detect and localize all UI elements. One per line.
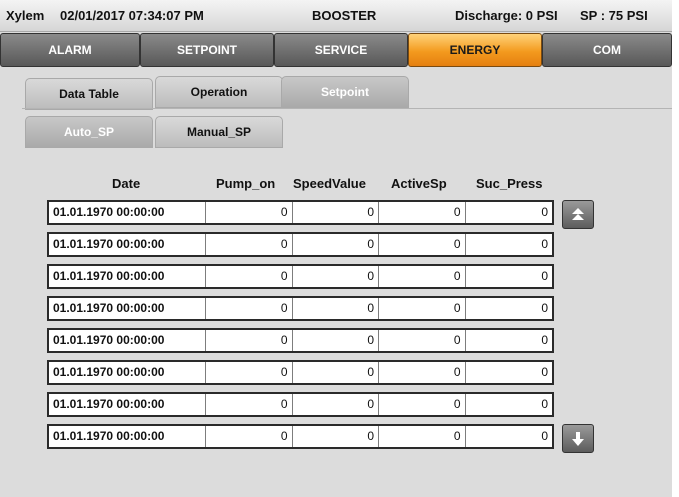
cell-activesp: 0 [379, 426, 466, 447]
cell-pump-on: 0 [206, 330, 293, 351]
cell-activesp: 0 [379, 362, 466, 383]
cell-pump-on: 0 [206, 394, 293, 415]
screen-border [672, 0, 679, 497]
cell-suc-press: 0 [541, 397, 549, 411]
cell-suc-press: 0 [541, 429, 549, 443]
cell-speedvalue: 0 [293, 266, 380, 287]
table-row: 01.01.1970 00:00:00 0 0 0 0 [47, 264, 554, 289]
cell-date: 01.01.1970 00:00:00 [49, 202, 207, 223]
hmi-screen: Xylem 02/01/2017 07:34:07 PM BOOSTER Dis… [0, 0, 672, 497]
cell-pump-on: 0 [206, 202, 293, 223]
cell-speedvalue: 0 [293, 362, 380, 383]
table-row: 01.01.1970 00:00:00 0 0 0 0 [47, 200, 554, 225]
subtab-data-table[interactable]: Data Table [25, 78, 153, 110]
tab-service[interactable]: SERVICE [274, 33, 408, 67]
subtab-auto-sp[interactable]: Auto_SP [25, 116, 153, 148]
table-row: 01.01.1970 00:00:00 0 0 0 0 [47, 328, 554, 353]
cell-date: 01.01.1970 00:00:00 [49, 234, 207, 255]
cell-pump-on: 0 [206, 266, 293, 287]
brand-label: Xylem [6, 8, 45, 23]
cell-activesp: 0 [379, 394, 466, 415]
cell-speedvalue: 0 [293, 394, 380, 415]
scroll-up-icon [572, 208, 584, 220]
cell-suc-press: 0 [541, 333, 549, 347]
cell-date: 01.01.1970 00:00:00 [49, 330, 207, 351]
subtab-setpoint[interactable]: Setpoint [281, 76, 409, 108]
subtab-operation[interactable]: Operation [155, 76, 283, 108]
cell-suc-press: 0 [541, 365, 549, 379]
scroll-down-icon [572, 432, 584, 446]
main-tab-bar: ALARM SETPOINT SERVICE ENERGY COM [0, 33, 672, 67]
column-header-pump-on: Pump_on [216, 176, 276, 191]
cell-speedvalue: 0 [293, 234, 380, 255]
column-header-speedvalue: SpeedValue [293, 176, 366, 191]
cell-suc-press: 0 [541, 205, 549, 219]
cell-pump-on: 0 [206, 362, 293, 383]
cell-speedvalue: 0 [293, 426, 380, 447]
table-row: 01.01.1970 00:00:00 0 0 0 0 [47, 232, 554, 257]
table-row: 01.01.1970 00:00:00 0 0 0 0 [47, 360, 554, 385]
cell-activesp: 0 [379, 298, 466, 319]
cell-suc-press: 0 [541, 269, 549, 283]
cell-pump-on: 0 [206, 234, 293, 255]
scroll-down-button[interactable] [562, 424, 594, 453]
subtab-divider [22, 108, 672, 109]
cell-date: 01.01.1970 00:00:00 [49, 394, 207, 415]
cell-speedvalue: 0 [293, 330, 380, 351]
cell-pump-on: 0 [206, 298, 293, 319]
datetime-label: 02/01/2017 07:34:07 PM [60, 8, 204, 23]
cell-date: 01.01.1970 00:00:00 [49, 266, 207, 287]
cell-date: 01.01.1970 00:00:00 [49, 362, 207, 383]
tab-alarm[interactable]: ALARM [0, 33, 140, 67]
table-row: 01.01.1970 00:00:00 0 0 0 0 [47, 392, 554, 417]
column-header-suc-press: Suc_Press [476, 176, 543, 191]
status-header: Xylem 02/01/2017 07:34:07 PM BOOSTER Dis… [0, 0, 672, 32]
scroll-up-button[interactable] [562, 200, 594, 229]
cell-suc-press: 0 [541, 237, 549, 251]
tab-energy[interactable]: ENERGY [408, 33, 542, 67]
setpoint-label: SP : 75 PSI [580, 8, 648, 23]
table-row: 01.01.1970 00:00:00 0 0 0 0 [47, 296, 554, 321]
cell-speedvalue: 0 [293, 298, 380, 319]
subtab-manual-sp[interactable]: Manual_SP [155, 116, 283, 148]
cell-activesp: 0 [379, 330, 466, 351]
tab-com[interactable]: COM [542, 33, 672, 67]
cell-date: 01.01.1970 00:00:00 [49, 426, 207, 447]
cell-date: 01.01.1970 00:00:00 [49, 298, 207, 319]
mode-label: BOOSTER [312, 8, 377, 23]
discharge-label: Discharge: 0 PSI [455, 8, 558, 23]
cell-activesp: 0 [379, 202, 466, 223]
column-header-date: Date [112, 176, 141, 191]
cell-speedvalue: 0 [293, 202, 380, 223]
cell-suc-press: 0 [541, 301, 549, 315]
cell-activesp: 0 [379, 234, 466, 255]
cell-pump-on: 0 [206, 426, 293, 447]
column-header-activesp: ActiveSp [391, 176, 447, 191]
table-row: 01.01.1970 00:00:00 0 0 0 0 [47, 424, 554, 449]
tab-setpoint[interactable]: SETPOINT [140, 33, 274, 67]
cell-activesp: 0 [379, 266, 466, 287]
